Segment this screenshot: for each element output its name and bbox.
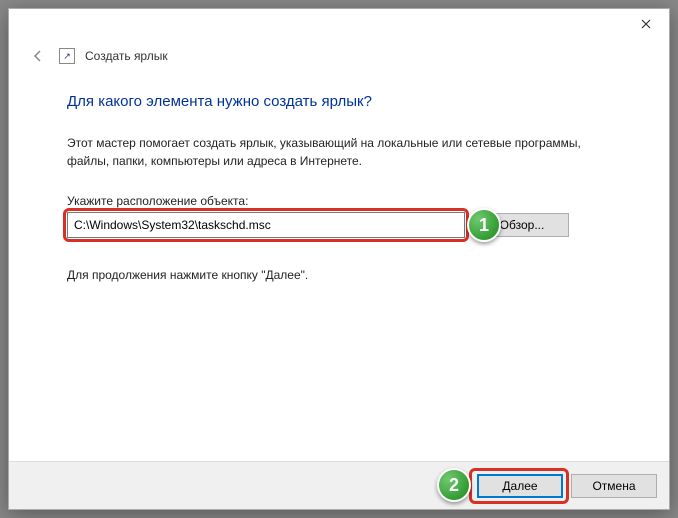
path-label: Укажите расположение объекта:	[67, 194, 611, 208]
wizard-title: Создать ярлык	[85, 49, 168, 63]
path-input-wrapper	[67, 212, 465, 238]
cancel-button[interactable]: Отмена	[571, 474, 657, 498]
path-input[interactable]	[67, 212, 465, 238]
close-button[interactable]	[623, 9, 669, 39]
continue-hint: Для продолжения нажмите кнопку "Далее".	[67, 268, 611, 282]
back-button[interactable]	[27, 45, 49, 67]
next-button[interactable]: Далее	[477, 474, 563, 498]
close-icon	[641, 19, 651, 29]
arrow-left-icon	[30, 48, 46, 64]
footer: Далее Отмена 2	[9, 461, 669, 509]
wizard-window: ↗ Создать ярлык Для какого элемента нужн…	[8, 8, 670, 510]
browse-button[interactable]: Обзор...	[475, 213, 569, 237]
page-heading: Для какого элемента нужно создать ярлык?	[67, 93, 611, 110]
titlebar	[9, 9, 669, 39]
input-row: Обзор... 1	[67, 212, 611, 238]
header-row: ↗ Создать ярлык	[9, 39, 669, 67]
content-area: Для какого элемента нужно создать ярлык?…	[9, 67, 669, 461]
shortcut-icon: ↗	[59, 48, 75, 64]
annotation-marker-2: 2	[437, 468, 471, 502]
wizard-description: Этот мастер помогает создать ярлык, указ…	[67, 134, 611, 170]
